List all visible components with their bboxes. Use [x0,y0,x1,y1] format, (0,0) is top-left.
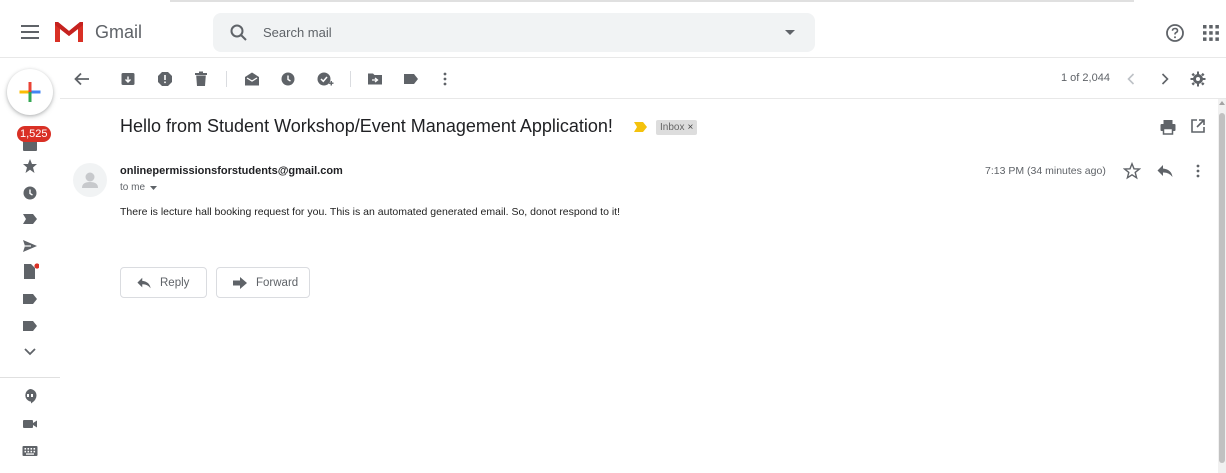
back-arrow-icon[interactable] [72,69,92,89]
more-vert-icon[interactable] [1189,162,1207,180]
sender-avatar [73,163,107,197]
search-bar[interactable] [213,13,815,52]
help-icon[interactable] [1163,21,1187,45]
gmail-logo[interactable]: Gmail [53,20,142,44]
pagination-count: 1 of 2,044 [1061,72,1110,84]
toolbar-divider [226,71,227,87]
inbox-label-chip: Inbox × [656,120,698,135]
caret-down-icon [150,185,158,190]
email-body: There is lecture hall booking request fo… [120,206,621,218]
scrollbar-thumb[interactable] [1219,113,1225,463]
meet-video-icon[interactable] [21,415,39,433]
newer-chevron-left-icon[interactable] [1121,69,1141,89]
print-icon[interactable] [1159,118,1177,136]
snooze-clock-icon[interactable] [278,69,298,89]
app-header: Gmail [0,6,1226,58]
delete-trash-icon[interactable] [191,69,211,89]
drafts-icon[interactable] [21,263,39,281]
main-menu-icon[interactable] [16,20,44,44]
inbox-label-text: Inbox [660,122,685,133]
unread-count-badge: 1,525 [17,126,51,142]
sender-email[interactable]: onlinepermissionsforstudents@gmail.com [120,165,343,177]
important-icon[interactable] [21,210,39,228]
older-chevron-right-icon[interactable] [1155,69,1175,89]
reply-button-label: Reply [160,276,190,289]
page-scrollbar[interactable] [1218,99,1226,473]
gmail-m-icon [55,22,83,42]
starred-icon[interactable] [21,157,39,175]
browser-top-strip [0,0,1226,4]
rail-divider [0,377,60,378]
snoozed-icon[interactable] [21,184,39,202]
reply-icon[interactable] [1156,162,1174,180]
toolbar-divider [350,71,351,87]
forward-arrow-icon [233,276,247,289]
email-subject: Hello from Student Workshop/Event Manage… [120,116,613,136]
labels-icon[interactable] [401,69,421,89]
app-name: Gmail [95,21,143,42]
message-toolbar: 1 of 2,044 [60,59,1226,99]
archive-icon[interactable] [118,69,138,89]
message-timestamp: 7:13 PM (34 minutes ago) [985,165,1106,177]
open-new-window-icon[interactable] [1190,118,1206,134]
sent-icon[interactable] [21,237,39,255]
add-to-tasks-icon[interactable] [315,69,335,89]
compose-plus-icon [19,82,41,102]
remove-label-icon[interactable]: × [687,120,693,135]
move-to-folder-icon[interactable] [365,69,385,89]
star-icon[interactable] [1123,162,1141,180]
forward-button-label: Forward [256,276,299,289]
forward-button[interactable]: Forward [216,267,310,298]
importance-marker-icon[interactable] [633,121,649,133]
reply-icon [137,277,151,288]
hangouts-icon[interactable] [21,388,39,406]
keyboard-icon[interactable] [21,442,39,460]
default-person-icon [82,172,98,188]
label-icon[interactable] [21,290,39,308]
google-apps-icon[interactable] [1201,23,1221,43]
recipient-details-toggle[interactable]: to me [120,182,158,193]
recipient-text: to me [120,182,146,193]
report-spam-icon[interactable] [155,69,175,89]
search-input[interactable] [263,17,779,48]
compose-button[interactable] [7,69,53,115]
more-chevron-down-icon[interactable] [21,343,39,361]
settings-gear-icon[interactable] [1188,69,1208,89]
label-icon[interactable] [21,317,39,335]
reply-button[interactable]: Reply [120,267,207,298]
search-icon[interactable] [229,23,249,43]
more-vert-icon[interactable] [435,69,455,89]
search-options-dropdown-icon[interactable] [779,22,801,44]
mark-unread-icon[interactable] [242,69,262,89]
